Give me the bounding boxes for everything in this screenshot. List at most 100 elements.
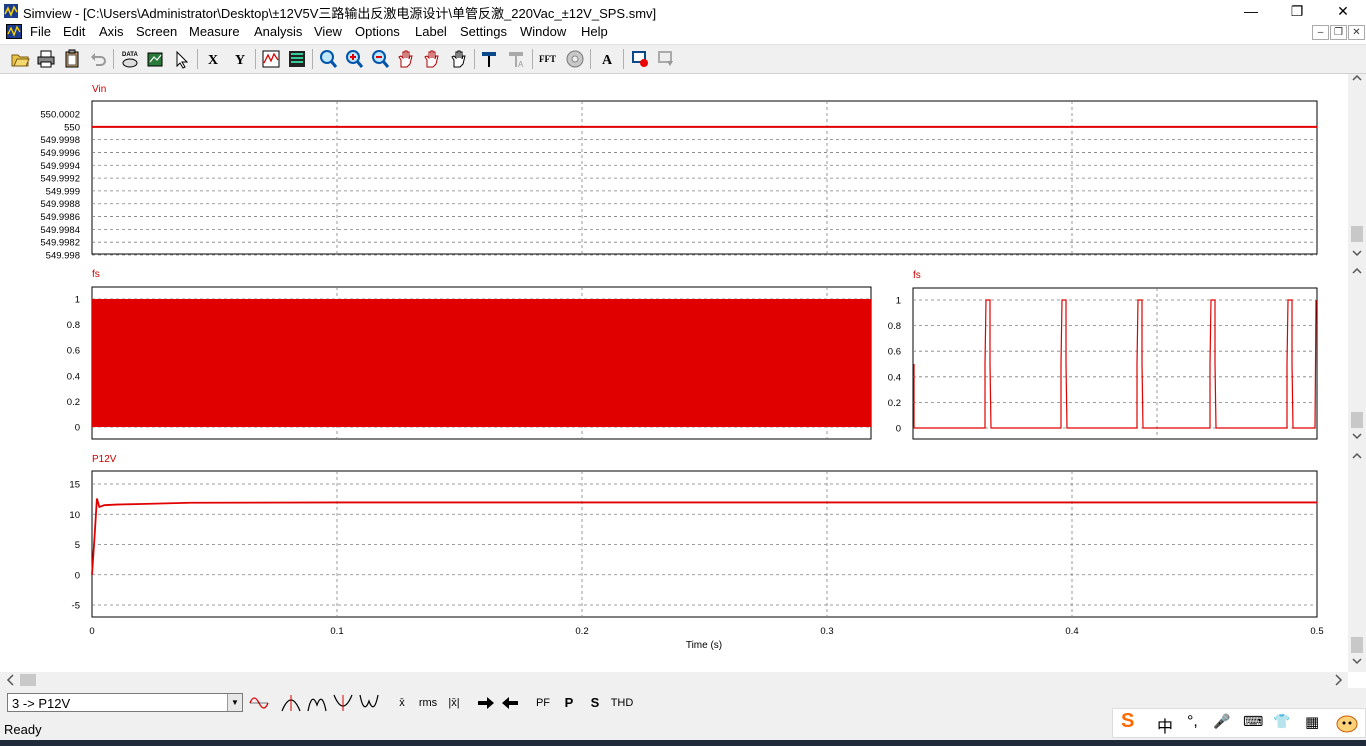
peak-max-button[interactable] — [280, 693, 302, 713]
zoom-icon[interactable] — [317, 48, 339, 70]
p12v-chart-y-tick-label: 5 — [75, 540, 80, 551]
table-view-icon[interactable] — [286, 48, 308, 70]
toolbar-separator — [255, 49, 256, 69]
add-curve-icon[interactable] — [145, 48, 167, 70]
scroll-thumb-middle[interactable] — [1351, 412, 1363, 428]
graph-icon[interactable] — [260, 48, 282, 70]
chevron-down-icon[interactable]: ▼ — [227, 694, 242, 711]
s-button[interactable]: S — [585, 693, 605, 713]
fs-zoom-chart-y-tick-label: 0.4 — [888, 372, 901, 383]
fs-chart-y-tick-label: 0.2 — [67, 397, 80, 408]
sine-wave-button[interactable] — [248, 693, 270, 713]
scroll-up-icon[interactable] — [1352, 74, 1362, 81]
plot-area: Vin 550.0002 550 549.9998 549.9996 549.9994 5… — [0, 74, 1348, 672]
hscroll-thumb[interactable] — [20, 674, 36, 686]
fs-chart-y-tick-label: 0.8 — [67, 320, 80, 331]
mdi-restore-button[interactable]: ❐ — [1330, 25, 1347, 40]
probe-icon[interactable] — [479, 48, 501, 70]
scroll-down-icon[interactable] — [1352, 433, 1362, 440]
ime-toolbar: S 中 °, 🎤 ⌨ 👕 ▦ — [1112, 708, 1366, 738]
hand-icon[interactable] — [448, 48, 470, 70]
menu-measure[interactable]: Measure — [189, 24, 240, 39]
scroll-right-icon[interactable] — [1335, 674, 1343, 686]
scroll-up-icon[interactable] — [1352, 452, 1362, 459]
y-axis-button[interactable]: Y — [229, 48, 251, 70]
pf-button[interactable]: PF — [532, 693, 554, 713]
p12v-chart-frame — [91, 470, 1318, 618]
skin-icon[interactable]: 👕 — [1273, 713, 1290, 730]
x-axis-button[interactable]: X — [202, 48, 224, 70]
record-icon[interactable] — [629, 48, 651, 70]
x-label: X — [208, 53, 218, 68]
fs-chart: fs 1 0.8 0.6 0.4 0.2 0 — [67, 269, 872, 440]
thd-button[interactable]: THD — [609, 693, 635, 713]
fs-zoom-chart-frame — [912, 287, 1318, 440]
fs-chart-y-tick-label: 0 — [75, 423, 80, 434]
fs-zoom-chart-y-tick-label: 1 — [896, 296, 901, 307]
mascot-icon[interactable] — [1335, 713, 1359, 733]
menu-window[interactable]: Window — [520, 24, 566, 39]
scroll-thumb-bottom[interactable] — [1351, 637, 1363, 653]
text-tool-button[interactable]: A — [597, 48, 619, 70]
vin-chart-y-tick-label: 549.9986 — [40, 212, 80, 223]
toolbar-separator — [623, 49, 624, 69]
p-button[interactable]: P — [559, 693, 579, 713]
p12v-x-tick-label: 0.1 — [330, 626, 343, 637]
scroll-left-icon[interactable] — [6, 674, 14, 686]
valley-double-button[interactable] — [358, 693, 380, 713]
menu-view[interactable]: View — [314, 24, 342, 39]
sogou-logo-icon[interactable]: S — [1121, 710, 1134, 733]
arrow-left-icon[interactable] — [500, 693, 520, 713]
menu-settings[interactable]: Settings — [460, 24, 507, 39]
scroll-down-icon[interactable] — [1352, 250, 1362, 257]
menu-options[interactable]: Options — [355, 24, 400, 39]
fs-zoom-chart-title: fs — [913, 270, 921, 281]
close-button[interactable]: ✕ — [1320, 0, 1366, 22]
pan-hand-right-icon[interactable] — [421, 48, 443, 70]
menu-help[interactable]: Help — [581, 24, 608, 39]
zoom-out-icon[interactable] — [369, 48, 391, 70]
grid-menu-icon[interactable]: ▦ — [1305, 713, 1319, 731]
minimize-button[interactable]: — — [1228, 0, 1274, 22]
rms-button[interactable]: rms — [416, 693, 440, 713]
keyboard-icon[interactable]: ⌨ — [1243, 713, 1263, 730]
menu-screen[interactable]: Screen — [136, 24, 177, 39]
restore-button[interactable]: ❐ — [1274, 0, 1320, 22]
menu-label[interactable]: Label — [415, 24, 447, 39]
valley-min-button[interactable] — [332, 693, 354, 713]
microphone-icon[interactable]: 🎤 — [1213, 713, 1230, 730]
text-probe-icon[interactable]: A — [506, 48, 528, 70]
open-icon[interactable] — [9, 48, 31, 70]
export-icon[interactable] — [655, 48, 677, 70]
arrow-right-icon[interactable] — [476, 693, 496, 713]
peak-double-button[interactable] — [306, 693, 328, 713]
simview-app-icon — [4, 4, 18, 18]
mdi-close-button[interactable]: ✕ — [1348, 25, 1365, 40]
horizontal-scrollbar[interactable] — [0, 672, 1348, 688]
ime-punctuation[interactable]: °, — [1187, 713, 1198, 731]
scroll-up-icon[interactable] — [1352, 267, 1362, 274]
print-icon[interactable] — [35, 48, 57, 70]
toolbar-separator — [532, 49, 533, 69]
scroll-thumb-top[interactable] — [1351, 226, 1363, 242]
undo-icon[interactable] — [87, 48, 109, 70]
menu-analysis[interactable]: Analysis — [254, 24, 302, 39]
vertical-scrollbar[interactable] — [1348, 74, 1366, 672]
data-file-icon[interactable]: DATA — [119, 48, 141, 70]
menu-edit[interactable]: Edit — [63, 24, 85, 39]
fs-zoom-chart-y-tick-label: 0.2 — [888, 398, 901, 409]
ime-chinese-mode[interactable]: 中 — [1157, 713, 1173, 737]
trace-select[interactable]: 3 -> P12V ▼ — [7, 693, 243, 712]
pan-hand-left-icon[interactable] — [395, 48, 417, 70]
select-pointer-icon[interactable] — [171, 48, 193, 70]
clipboard-icon[interactable] — [61, 48, 83, 70]
menu-file[interactable]: File — [30, 24, 51, 39]
fft-button[interactable]: FFT — [538, 48, 560, 70]
disc-icon[interactable] — [564, 48, 586, 70]
abs-mean-button[interactable]: |x̄| — [443, 693, 465, 713]
mean-button[interactable]: x̄ — [392, 693, 412, 713]
zoom-in-icon[interactable] — [343, 48, 365, 70]
scroll-down-icon[interactable] — [1352, 658, 1362, 665]
menu-axis[interactable]: Axis — [99, 24, 124, 39]
mdi-minimize-button[interactable]: – — [1312, 25, 1329, 40]
